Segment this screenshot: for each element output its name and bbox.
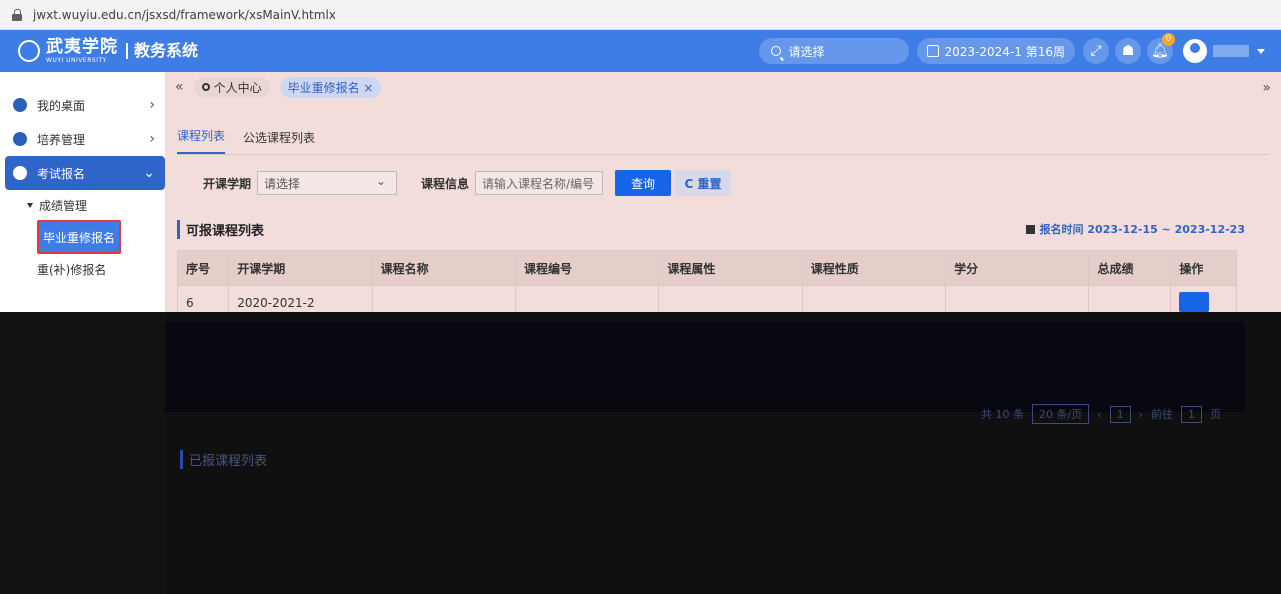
pager-total: 共 10 条 bbox=[980, 408, 1024, 421]
registration-time: 报名时间 2023-12-15 ~ 2023-12-23 bbox=[1025, 221, 1245, 237]
exam-icon bbox=[13, 166, 27, 180]
tree-item-label: 毕业重修报名 bbox=[42, 230, 115, 245]
notification-button[interactable]: 🔔︎ 0 bbox=[1147, 33, 1175, 64]
university-logo: 武夷学院 WUYI UNIVERSITY bbox=[46, 36, 118, 64]
term-selector[interactable]: 2023-2024-1 第16周 bbox=[916, 38, 1075, 64]
sidebar-item-label: 考试报名 bbox=[37, 166, 86, 181]
reset-button[interactable]: C 重置 bbox=[675, 170, 732, 196]
current-page[interactable]: 1 bbox=[1109, 405, 1131, 423]
next-page-icon[interactable]: › bbox=[1139, 408, 1143, 421]
calendar-icon bbox=[1025, 224, 1035, 234]
subtabs: 课程列表 公选课程列表 bbox=[177, 116, 1269, 155]
desktop-icon bbox=[13, 98, 27, 112]
available-courses-table: 序号 开课学期 课程名称 课程编号 课程属性 课程性质 学分 总成绩 操作 6 … bbox=[176, 250, 1237, 321]
fullscreen-button[interactable]: ⤢ bbox=[1083, 38, 1109, 64]
tab-label: 个人中心 bbox=[213, 80, 262, 95]
university-seal-icon bbox=[18, 40, 40, 62]
course-filter-label: 课程信息 bbox=[421, 176, 470, 191]
sidebar-item-label: 培养管理 bbox=[37, 132, 86, 147]
calendar-icon bbox=[926, 45, 939, 57]
column-header: 学分 bbox=[945, 250, 1090, 286]
page-size-select[interactable]: 20 条/页 bbox=[1031, 404, 1090, 424]
training-icon bbox=[13, 132, 27, 146]
panel-title: 可报课程列表 bbox=[177, 219, 264, 239]
column-header: 总成绩 bbox=[1088, 250, 1172, 286]
chevron-down-icon: ⌄ bbox=[143, 165, 155, 181]
column-header: 开课学期 bbox=[228, 250, 373, 286]
pagination: 共 10 条 20 条/页 ‹ 1 › 前往 1 页 bbox=[981, 404, 1221, 424]
column-header: 课程性质 bbox=[801, 250, 947, 286]
tree-item-label: 重(补)修报名 bbox=[37, 262, 107, 277]
browser-address-bar[interactable]: jwxt.wuyiu.edu.cn/jsxsd/framework/xsMain… bbox=[0, 0, 1281, 30]
term-filter-select[interactable]: 请选择 bbox=[257, 171, 398, 195]
chevron-right-icon: › bbox=[149, 131, 155, 147]
shirt-icon: ☗ bbox=[1121, 43, 1135, 59]
logo-main-text: 武夷学院 bbox=[46, 36, 118, 57]
chevron-down-icon[interactable] bbox=[1257, 48, 1265, 54]
expand-right-icon[interactable]: » bbox=[1262, 80, 1271, 96]
notification-badge: 0 bbox=[1162, 33, 1175, 46]
page-suffix: 页 bbox=[1210, 408, 1221, 421]
course-filter-placeholder: 请输入课程名称/编号 bbox=[482, 176, 595, 191]
goto-label: 前往 bbox=[1151, 408, 1173, 421]
avatar[interactable] bbox=[1183, 39, 1207, 63]
tree-item-grade-management[interactable]: 成绩管理 bbox=[17, 190, 165, 220]
tab-personal-center[interactable]: 个人中心 bbox=[193, 76, 270, 98]
column-header: 课程编号 bbox=[514, 250, 660, 286]
obscured-table-area bbox=[165, 322, 1245, 412]
page-tabbar: « 个人中心 毕业重修报名 × » bbox=[165, 72, 1281, 102]
lock-icon bbox=[12, 8, 23, 21]
column-header: 操作 bbox=[1170, 250, 1237, 286]
registered-panel-title: 已报课程列表 bbox=[180, 450, 267, 469]
tab-label: 毕业重修报名 × bbox=[287, 80, 374, 95]
register-button[interactable] bbox=[1179, 291, 1210, 312]
available-panel-header: 可报课程列表 报名时间 2023-12-15 ~ 2023-12-23 bbox=[165, 218, 1245, 240]
username-redacted[interactable] bbox=[1213, 45, 1249, 57]
query-button[interactable]: 查询 bbox=[615, 170, 672, 196]
logo-sub-text: WUYI UNIVERSITY bbox=[46, 56, 107, 64]
sidebar-item-training[interactable]: 培养管理 › bbox=[5, 122, 165, 156]
term-filter-value: 请选择 bbox=[264, 176, 301, 191]
tree-item-retake[interactable]: 重(补)修报名 bbox=[37, 254, 165, 284]
filter-bar: 开课学期 请选择 课程信息 请输入课程名称/编号 查询 C 重置 bbox=[165, 168, 1281, 198]
subtab-elective-list[interactable]: 公选课程列表 bbox=[243, 129, 315, 154]
registration-time-text: 报名时间 2023-12-15 ~ 2023-12-23 bbox=[1039, 223, 1245, 236]
sidebar-item-desktop[interactable]: 我的桌面 › bbox=[5, 88, 165, 122]
table-header-row: 序号 开课学期 课程名称 课程编号 课程属性 课程性质 学分 总成绩 操作 bbox=[176, 250, 1237, 286]
global-search[interactable]: 请选择 bbox=[758, 38, 909, 64]
app-header: 武夷学院 WUYI UNIVERSITY 教务系统 请选择 2023-2024-… bbox=[0, 30, 1281, 72]
column-header: 课程属性 bbox=[658, 250, 803, 286]
caret-down-icon bbox=[27, 202, 33, 208]
term-label: 2023-2024-1 第16周 bbox=[944, 44, 1065, 59]
sidebar-item-label: 我的桌面 bbox=[37, 98, 86, 113]
sidebar-item-exam-registration[interactable]: 考试报名 ⌄ bbox=[5, 156, 165, 190]
column-header: 序号 bbox=[176, 250, 230, 286]
theme-button[interactable]: ☗ bbox=[1115, 38, 1141, 64]
column-header: 课程名称 bbox=[371, 250, 516, 286]
collapse-left-icon[interactable]: « bbox=[175, 79, 184, 95]
search-icon bbox=[770, 46, 781, 56]
tree-item-label: 成绩管理 bbox=[39, 198, 88, 213]
circle-icon bbox=[201, 83, 210, 91]
subtab-course-list[interactable]: 课程列表 bbox=[177, 127, 226, 154]
sidebar-tree: 成绩管理 毕业重修报名 重(补)修报名 bbox=[5, 190, 165, 284]
search-placeholder: 请选择 bbox=[788, 44, 825, 59]
system-title: 教务系统 bbox=[126, 43, 198, 59]
chevron-right-icon: › bbox=[149, 97, 155, 113]
prev-page-icon[interactable]: ‹ bbox=[1097, 408, 1101, 421]
tree-item-graduation-retake[interactable]: 毕业重修报名 bbox=[37, 220, 121, 254]
tab-graduation-retake[interactable]: 毕业重修报名 × bbox=[279, 76, 382, 98]
expand-icon: ⤢ bbox=[1090, 43, 1102, 59]
url-text[interactable]: jwxt.wuyiu.edu.cn/jsxsd/framework/xsMain… bbox=[33, 8, 336, 22]
goto-page-input[interactable]: 1 bbox=[1181, 405, 1202, 423]
course-filter-input[interactable]: 请输入课程名称/编号 bbox=[475, 171, 604, 195]
term-filter-label: 开课学期 bbox=[203, 176, 252, 191]
